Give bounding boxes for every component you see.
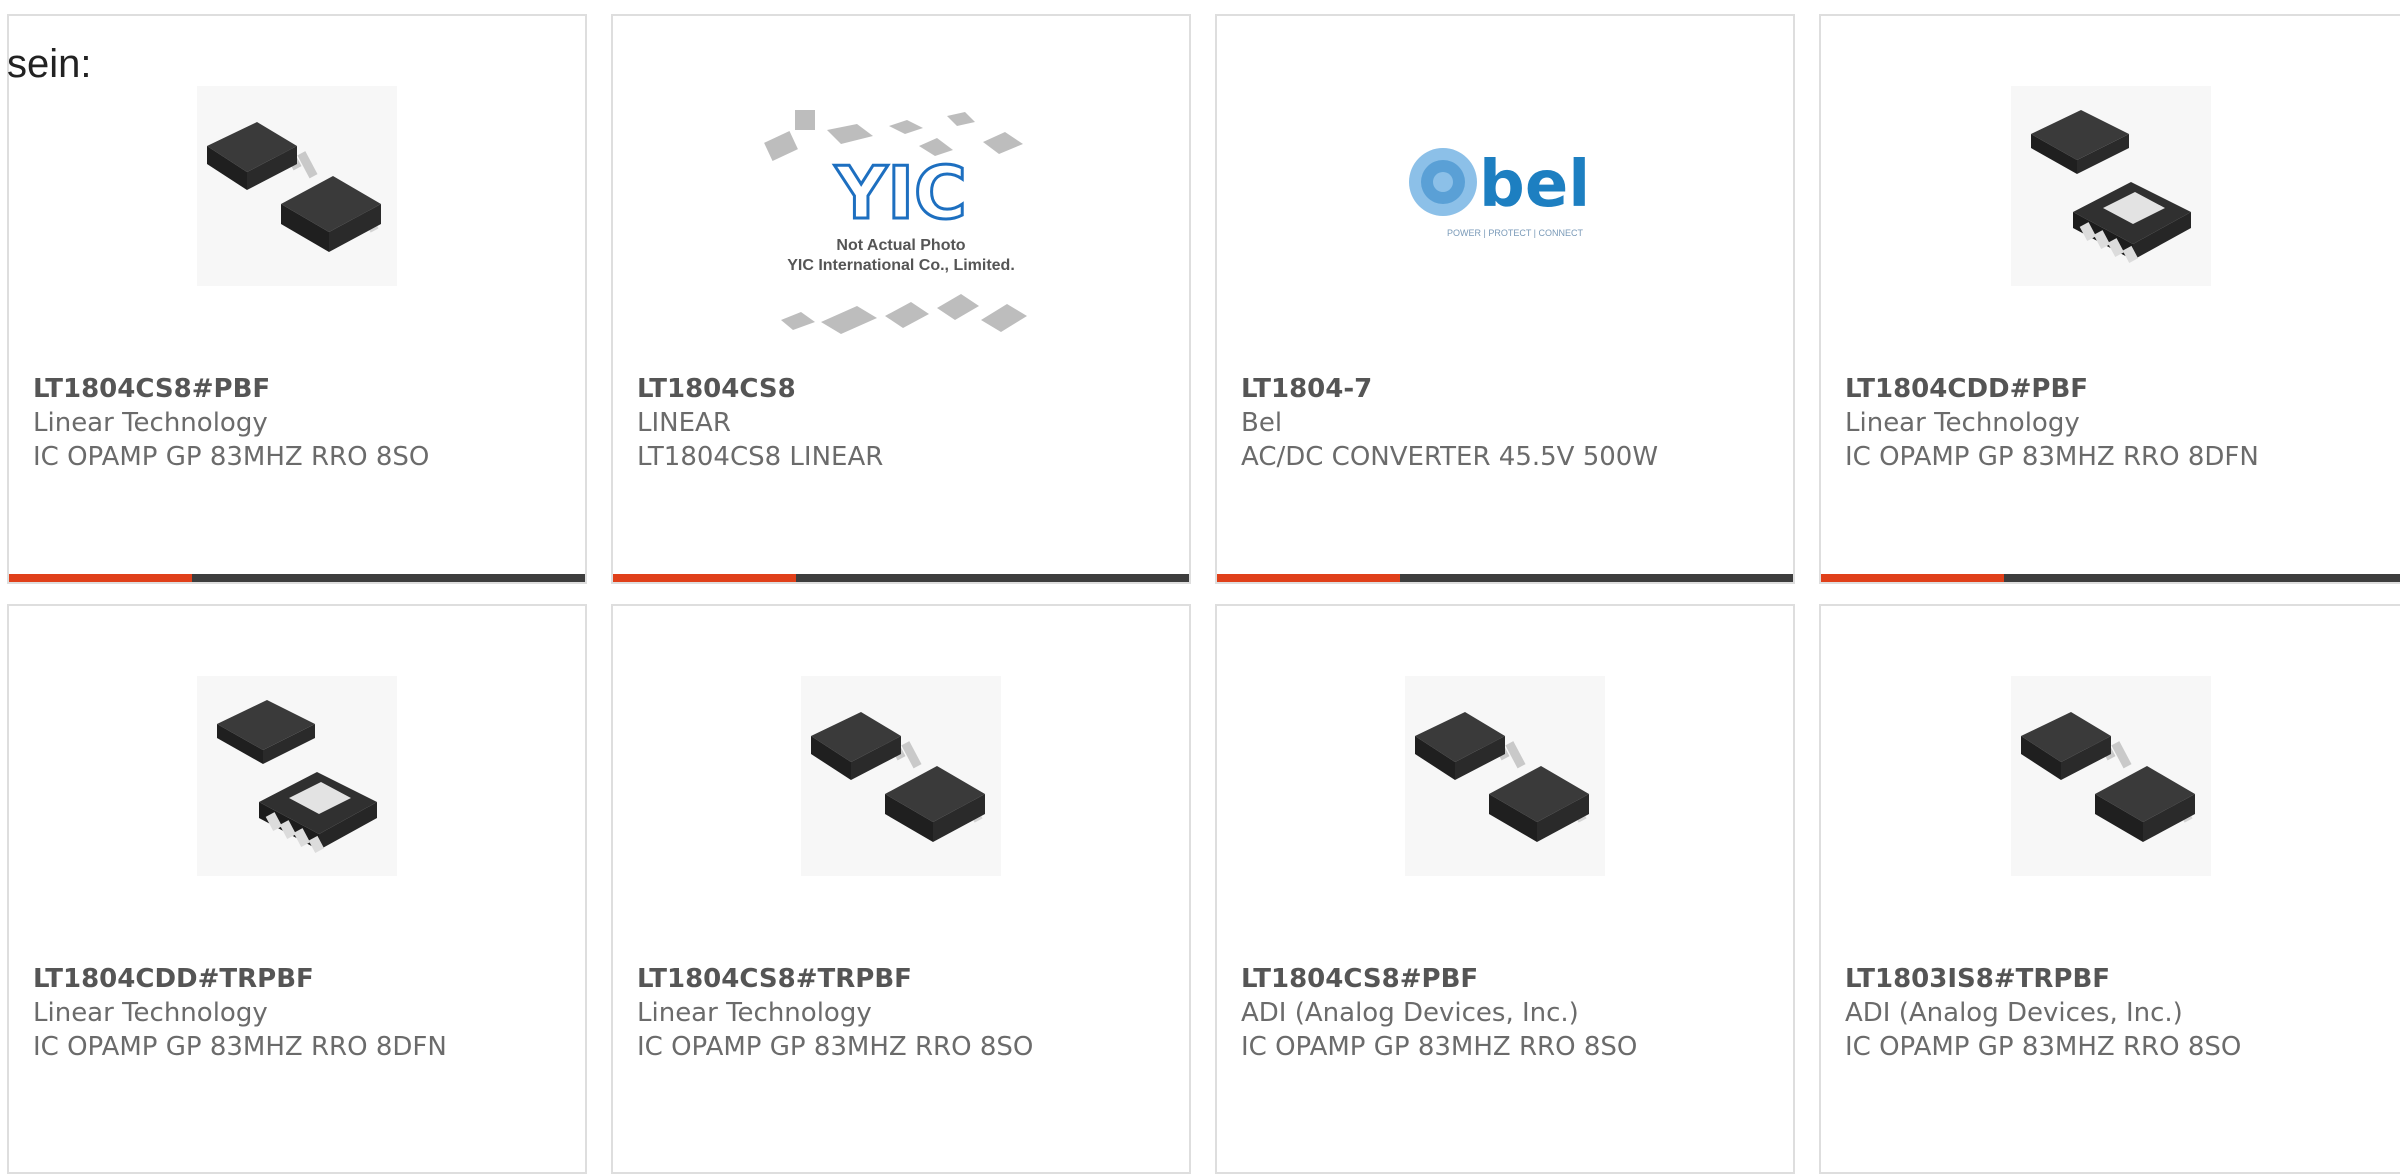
manufacturer: Linear Technology: [1845, 408, 2080, 438]
manufacturer: Bel: [1241, 408, 1283, 438]
soic8-chip-icon: [197, 86, 397, 286]
dfn8-chip-icon: [197, 676, 397, 876]
soic8-chip-icon: [2011, 676, 2211, 876]
description: IC OPAMP GP 83MHZ RRO 8SO: [1845, 1032, 2242, 1062]
part-number[interactable]: LT1804CS8#PBF: [1241, 962, 1783, 996]
product-card[interactable]: YIC Not Actual Photo YIC International C…: [611, 14, 1191, 584]
intro-text: sein:: [7, 42, 92, 86]
product-card[interactable]: LT1804CS8#PBF ADI (Analog Devices, Inc.)…: [1215, 604, 1795, 1174]
bel-tagline: POWER | PROTECT | CONNECT: [1447, 228, 1584, 238]
card-bottom-bar: [1821, 574, 2400, 582]
description: AC/DC CONVERTER 45.5V 500W: [1241, 442, 1659, 472]
yic-placeholder-icon: YIC Not Actual Photo YIC International C…: [764, 110, 1027, 334]
product-image: [1405, 676, 1605, 876]
product-image: [2011, 676, 2211, 876]
card-bottom-bar: [9, 574, 585, 582]
part-number[interactable]: LT1804-7: [1241, 372, 1783, 406]
product-info: LT1804-7 Bel AC/DC CONVERTER 45.5V 500W: [1241, 372, 1783, 474]
product-image: [197, 86, 397, 286]
description: IC OPAMP GP 83MHZ RRO 8DFN: [33, 1032, 447, 1062]
product-image: [801, 676, 1001, 876]
card-bottom-bar: [1217, 574, 1793, 582]
product-info: LT1804CS8#TRPBF Linear Technology IC OPA…: [637, 962, 1179, 1064]
description: IC OPAMP GP 83MHZ RRO 8SO: [1241, 1032, 1638, 1062]
product-card[interactable]: LT1804CS8#TRPBF Linear Technology IC OPA…: [611, 604, 1191, 1174]
description: IC OPAMP GP 83MHZ RRO 8DFN: [1845, 442, 2259, 472]
manufacturer: Linear Technology: [33, 998, 268, 1028]
manufacturer: ADI (Analog Devices, Inc.): [1845, 998, 2183, 1028]
product-card[interactable]: LT1803IS8#TRPBF ADI (Analog Devices, Inc…: [1819, 604, 2400, 1174]
product-info: LT1804CS8 LINEAR LT1804CS8 LINEAR: [637, 372, 1179, 474]
product-image: [197, 676, 397, 876]
product-image: [2011, 86, 2211, 286]
product-grid: LT1804CS8#PBF Linear Technology IC OPAMP…: [0, 0, 2400, 1174]
product-image: bel POWER | PROTECT | CONNECT: [1403, 126, 1623, 266]
part-number[interactable]: LT1803IS8#TRPBF: [1845, 962, 2397, 996]
dfn8-chip-icon: [2011, 86, 2211, 286]
accent-bar: [1217, 574, 1400, 582]
product-card[interactable]: LT1804CS8#PBF Linear Technology IC OPAMP…: [7, 14, 587, 584]
description: IC OPAMP GP 83MHZ RRO 8SO: [637, 1032, 1034, 1062]
accent-bar: [613, 574, 796, 582]
manufacturer: LINEAR: [637, 408, 731, 438]
description: LT1804CS8 LINEAR: [637, 442, 884, 472]
product-card[interactable]: LT1804CDD#PBF Linear Technology IC OPAMP…: [1819, 14, 2400, 584]
part-number[interactable]: LT1804CDD#TRPBF: [33, 962, 575, 996]
product-info: LT1803IS8#TRPBF ADI (Analog Devices, Inc…: [1845, 962, 2397, 1064]
bel-logo-icon: bel POWER | PROTECT | CONNECT: [1409, 148, 1590, 238]
part-number[interactable]: LT1804CS8#PBF: [33, 372, 575, 406]
yic-brand-text: YIC: [834, 151, 967, 235]
product-info: LT1804CS8#PBF ADI (Analog Devices, Inc.)…: [1241, 962, 1783, 1064]
manufacturer: Linear Technology: [33, 408, 268, 438]
product-card[interactable]: LT1804CDD#TRPBF Linear Technology IC OPA…: [7, 604, 587, 1174]
product-info: LT1804CDD#TRPBF Linear Technology IC OPA…: [33, 962, 575, 1064]
part-number[interactable]: LT1804CS8: [637, 372, 1179, 406]
product-card[interactable]: bel POWER | PROTECT | CONNECT LT1804-7 B…: [1215, 14, 1795, 584]
part-number[interactable]: LT1804CS8#TRPBF: [637, 962, 1179, 996]
card-bottom-bar: [613, 574, 1189, 582]
manufacturer: Linear Technology: [637, 998, 872, 1028]
description: IC OPAMP GP 83MHZ RRO 8SO: [33, 442, 430, 472]
accent-bar: [9, 574, 192, 582]
product-info: LT1804CDD#PBF Linear Technology IC OPAMP…: [1845, 372, 2397, 474]
soic8-chip-icon: [801, 676, 1001, 876]
accent-bar: [1821, 574, 2004, 582]
placeholder-line-2: YIC International Co., Limited.: [787, 257, 1015, 274]
manufacturer: ADI (Analog Devices, Inc.): [1241, 998, 1579, 1028]
bel-logo-text: bel: [1479, 148, 1590, 222]
product-info: LT1804CS8#PBF Linear Technology IC OPAMP…: [33, 372, 575, 474]
part-number[interactable]: LT1804CDD#PBF: [1845, 372, 2397, 406]
product-image: YIC Not Actual Photo YIC International C…: [761, 106, 1041, 356]
placeholder-line-1: Not Actual Photo: [836, 237, 965, 254]
soic8-chip-icon: [1405, 676, 1605, 876]
